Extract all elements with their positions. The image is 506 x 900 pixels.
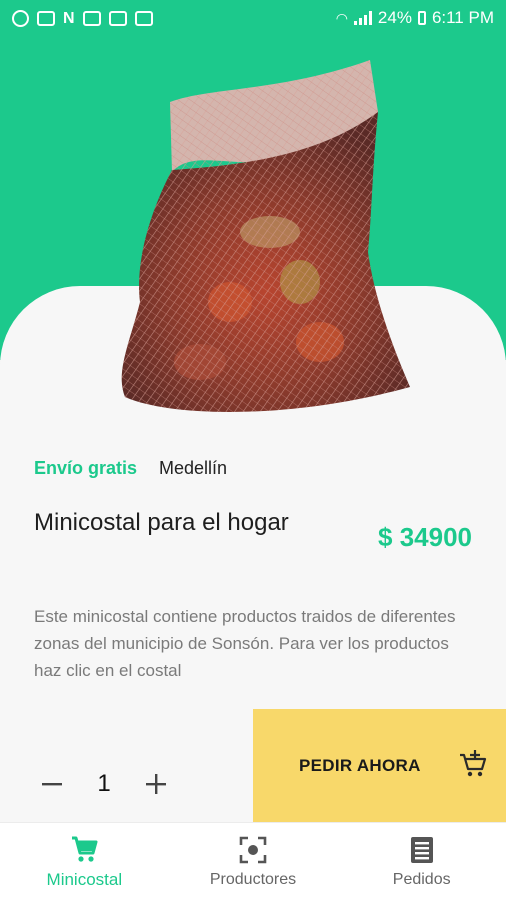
mail-icon: [82, 10, 101, 26]
battery-percent: 24%: [377, 8, 412, 27]
nav-item-minicostal[interactable]: Minicostal: [0, 823, 169, 900]
laptop-icon: [108, 10, 127, 26]
signal-icon: [353, 11, 372, 25]
gallery-icon: [37, 10, 55, 26]
list-icon: [410, 836, 433, 863]
quantity-value: 1: [97, 770, 111, 797]
scan-icon: [239, 836, 267, 863]
nav-item-productores[interactable]: Productores: [169, 823, 338, 900]
mail-icon: [134, 10, 153, 26]
decrease-quantity-button[interactable]: [38, 762, 66, 806]
notification-icons: N: [12, 9, 153, 27]
product-title: Minicostal para el hogar: [34, 509, 289, 536]
nav-item-pedidos[interactable]: Pedidos: [337, 823, 506, 900]
wifi-icon: ◠: [335, 9, 348, 26]
nav-label-minicostal: Minicostal: [46, 869, 123, 889]
free-shipping-label: Envío gratis: [34, 458, 138, 478]
status-bar: N ◠ 24% 6:11 PM: [0, 0, 506, 36]
plus-icon: [145, 774, 166, 794]
bottom-navigation: Minicostal Productores Pedidos: [0, 822, 506, 900]
order-now-label: PEDIR AHORA: [299, 755, 421, 775]
product-sack-image[interactable]: [110, 52, 420, 422]
whatsapp-icon: [12, 9, 29, 27]
product-price: $ 34900: [378, 522, 472, 552]
nav-label-productores: Productores: [209, 870, 297, 888]
shipping-info: Envío gratis Medellín: [34, 458, 227, 479]
netflix-icon: N: [63, 9, 75, 27]
clock: 6:11 PM: [431, 8, 494, 27]
product-description: Este minicostal contiene productos traid…: [34, 607, 456, 680]
minus-icon: [42, 783, 62, 786]
battery-icon: [417, 11, 426, 25]
city-label: Medellín: [159, 458, 228, 478]
order-now-button[interactable]: PEDIR AHORA: [253, 709, 506, 822]
system-status: ◠ 24% 6:11 PM: [336, 8, 494, 28]
cart-icon: [72, 836, 98, 862]
nav-label-pedidos: Pedidos: [392, 870, 451, 888]
quantity-stepper: 1: [38, 762, 170, 806]
add-to-cart-icon: [460, 750, 487, 777]
increase-quantity-button[interactable]: [142, 762, 170, 806]
